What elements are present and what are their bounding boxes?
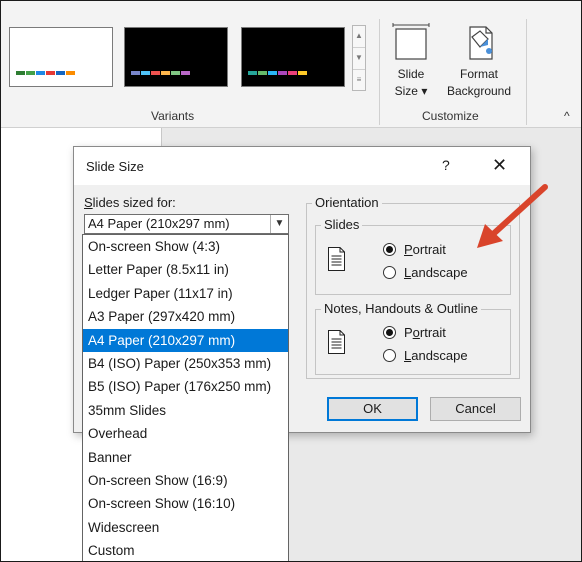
format-background-label-1: Format: [459, 67, 498, 81]
slides-sized-for-label: Slides sized for:: [84, 195, 176, 210]
size-option[interactable]: Overhead: [83, 422, 288, 445]
gallery-more-icon[interactable]: ≡: [353, 70, 365, 91]
notes-landscape-text: andscape: [411, 348, 468, 363]
color-swatch: [141, 71, 150, 75]
size-option[interactable]: On-screen Show (16:9): [83, 469, 288, 492]
close-icon[interactable]: ✕: [492, 155, 507, 176]
slide-size-select[interactable]: A4 Paper (210x297 mm) ▼: [84, 214, 289, 234]
dialog-title: Slide Size: [86, 159, 144, 174]
ribbon-divider: [526, 19, 527, 125]
notes-portrait-label: Portrait: [404, 325, 446, 340]
cancel-button[interactable]: Cancel: [430, 397, 521, 421]
variants-gallery-scroll[interactable]: ▲ ▼ ≡: [352, 25, 366, 91]
notes-portrait-mnemonic: o: [412, 325, 420, 340]
size-option[interactable]: Widescreen: [83, 516, 288, 539]
color-swatch: [278, 71, 287, 75]
portrait-label: Portrait: [404, 242, 446, 257]
color-swatch: [171, 71, 180, 75]
color-swatch: [36, 71, 45, 75]
slide-size-button[interactable]: Slide Size ▾: [386, 23, 436, 100]
size-option[interactable]: On-screen Show (4:3): [83, 235, 288, 258]
powerpoint-window: ▲ ▼ ≡ Variants Slide Size ▾ Format Backg…: [0, 0, 582, 562]
slide-size-icon: [392, 23, 430, 60]
slide-size-dropdown-list: On-screen Show (4:3) Letter Paper (8.5x11…: [82, 234, 289, 561]
dialog-titlebar: Slide Size ? ✕: [74, 147, 530, 185]
help-icon[interactable]: ?: [442, 157, 450, 173]
slides-portrait-radio[interactable]: Portrait: [383, 242, 446, 257]
gallery-down-icon[interactable]: ▼: [353, 48, 365, 70]
color-swatch: [46, 71, 55, 75]
ribbon-divider: [379, 19, 380, 125]
gallery-up-icon[interactable]: ▲: [353, 26, 365, 48]
color-swatch: [258, 71, 267, 75]
color-swatch: [181, 71, 190, 75]
ok-button[interactable]: OK: [327, 397, 418, 421]
color-swatch: [161, 71, 170, 75]
slides-sized-for-text: lides sized for:: [92, 195, 176, 210]
color-swatch: [151, 71, 160, 75]
size-option[interactable]: Letter Paper (8.5x11 in): [83, 258, 288, 281]
size-option[interactable]: Custom: [83, 539, 288, 561]
slides-label: Slides: [321, 217, 363, 232]
size-option[interactable]: A3 Paper (297x420 mm): [83, 305, 288, 328]
landscape-label: Landscape: [404, 265, 468, 280]
color-swatch: [131, 71, 140, 75]
color-swatch: [26, 71, 35, 75]
landscape-text: andscape: [411, 265, 468, 280]
notes-orientation-group: Notes, Handouts & Outline Portrait Lands…: [315, 301, 511, 375]
variant-thumbnail-dark-1[interactable]: [124, 27, 228, 87]
color-swatch: [248, 71, 257, 75]
radio-unselected-icon: [383, 266, 396, 279]
color-swatch: [268, 71, 277, 75]
size-option[interactable]: Banner: [83, 446, 288, 469]
portrait-mnemonic: P: [404, 242, 413, 257]
notes-portrait-radio[interactable]: Portrait: [383, 325, 446, 340]
size-option[interactable]: A4 Paper (210x297 mm): [83, 328, 288, 352]
color-swatch: [16, 71, 25, 75]
orientation-label: Orientation: [312, 195, 382, 210]
slides-landscape-radio[interactable]: Landscape: [383, 265, 468, 280]
radio-unselected-icon: [383, 349, 396, 362]
format-background-button[interactable]: Format Background: [437, 23, 521, 100]
size-option[interactable]: 35mm Slides: [83, 399, 288, 422]
notes-handouts-label: Notes, Handouts & Outline: [321, 301, 481, 316]
variant-thumbnail-dark-2[interactable]: [241, 27, 345, 87]
variants-group-label: Variants: [151, 109, 195, 123]
size-option[interactable]: B5 (ISO) Paper (176x250 mm): [83, 375, 288, 398]
red-annotation-arrow-icon: [477, 184, 548, 248]
notes-portrait-text-end: rtrait: [419, 325, 446, 340]
chevron-down-icon[interactable]: ▼: [270, 215, 288, 233]
variant-color-swatches: [131, 71, 190, 75]
color-swatch: [66, 71, 75, 75]
notes-portrait-text-start: P: [404, 325, 413, 340]
variant-color-swatches: [248, 71, 307, 75]
portrait-page-icon: [328, 247, 345, 271]
notes-landscape-radio[interactable]: Landscape: [383, 348, 468, 363]
collapse-ribbon-icon[interactable]: ^: [564, 109, 570, 123]
format-background-label-2: Background: [446, 84, 512, 98]
notes-portrait-page-icon: [328, 330, 345, 354]
radio-selected-icon: [383, 243, 396, 256]
color-swatch: [56, 71, 65, 75]
variant-thumbnail-white[interactable]: [9, 27, 113, 87]
portrait-text: ortrait: [412, 242, 446, 257]
variant-color-swatches: [16, 71, 75, 75]
selected-size-value: A4 Paper (210x297 mm): [88, 216, 230, 231]
slides-sized-for-mnemonic: S: [84, 195, 93, 210]
size-option[interactable]: B4 (ISO) Paper (250x353 mm): [83, 352, 288, 375]
notes-landscape-label: Landscape: [404, 348, 468, 363]
format-background-icon: [469, 26, 493, 60]
size-option[interactable]: Ledger Paper (11x17 in): [83, 282, 288, 305]
slide-size-label-1: Slide: [397, 67, 425, 81]
radio-selected-icon: [383, 326, 396, 339]
design-ribbon: ▲ ▼ ≡ Variants Slide Size ▾ Format Backg…: [1, 1, 581, 128]
size-option[interactable]: On-screen Show (16:10): [83, 492, 288, 515]
color-swatch: [288, 71, 297, 75]
color-swatch: [298, 71, 307, 75]
slide-size-label-2: Size ▾: [394, 84, 428, 98]
customize-group-label: Customize: [422, 109, 479, 123]
